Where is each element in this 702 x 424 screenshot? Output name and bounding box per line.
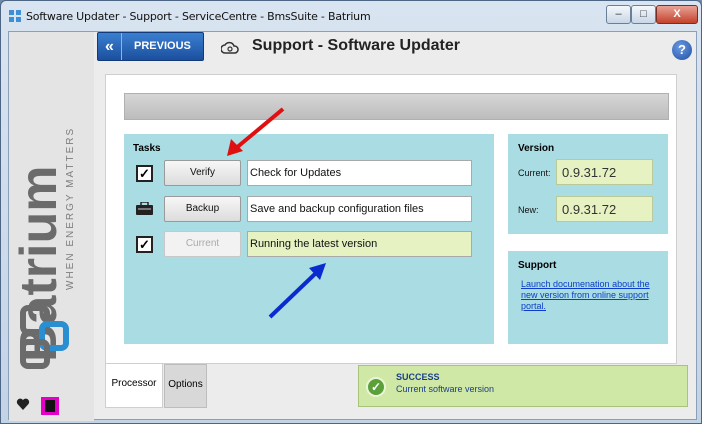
logo-tagline: WHEN ENERGY MATTERS bbox=[65, 127, 76, 290]
main-panel: Tasks ✓ Verify Check for Updates Backup … bbox=[105, 74, 677, 364]
new-version-label: New: bbox=[518, 205, 539, 215]
flag-icon[interactable] bbox=[41, 397, 59, 415]
tab-options[interactable]: Options bbox=[164, 364, 207, 408]
support-panel: Support Launch documenation about the ne… bbox=[508, 251, 668, 344]
previous-button[interactable]: « PREVIOUS bbox=[97, 32, 204, 61]
current-description: Running the latest version bbox=[247, 231, 472, 257]
status-message: Current software version bbox=[396, 384, 495, 394]
red-annotation-arrow bbox=[227, 107, 285, 156]
backup-button[interactable]: Backup bbox=[164, 196, 241, 222]
help-icon[interactable]: ? bbox=[672, 40, 692, 60]
page-title: Support - Software Updater bbox=[252, 37, 461, 54]
close-button[interactable]: X bbox=[656, 5, 698, 24]
verify-button[interactable]: Verify bbox=[164, 160, 241, 186]
verify-checkbox[interactable]: ✓ bbox=[136, 165, 153, 182]
new-version-value: 0.9.31.72 bbox=[556, 196, 653, 222]
support-doc-link[interactable]: Launch documenation about the new versio… bbox=[521, 279, 655, 312]
status-title: SUCCESS bbox=[396, 372, 440, 382]
brand-sidebar: Batrium WHEN ENERGY MATTERS bbox=[9, 32, 94, 421]
progress-bar bbox=[124, 93, 669, 120]
app-window: Software Updater - Support - ServiceCent… bbox=[0, 0, 702, 424]
verify-description: Check for Updates bbox=[247, 160, 472, 186]
minimize-button[interactable]: – bbox=[606, 5, 631, 24]
app-icon bbox=[9, 10, 21, 22]
batrium-logo: Batrium WHEN ENERGY MATTERS bbox=[10, 127, 76, 369]
heart-icon[interactable] bbox=[16, 397, 30, 411]
current-version-value: 0.9.31.72 bbox=[556, 159, 653, 185]
cloud-sync-icon bbox=[221, 41, 239, 54]
version-panel: Version Current: 0.9.31.72 New: 0.9.31.7… bbox=[508, 134, 668, 234]
window-title: Software Updater - Support - ServiceCent… bbox=[26, 10, 371, 23]
previous-label: PREVIOUS bbox=[134, 40, 191, 52]
briefcase-icon bbox=[136, 202, 153, 215]
client-area: Batrium WHEN ENERGY MATTERS « PREVIOUS S… bbox=[8, 31, 697, 421]
backup-description: Save and backup configuration files bbox=[247, 196, 472, 222]
support-title: Support bbox=[518, 260, 557, 271]
title-bar[interactable]: Software Updater - Support - ServiceCent… bbox=[1, 1, 701, 31]
maximize-button[interactable]: □ bbox=[631, 5, 656, 24]
double-chevron-left-icon: « bbox=[98, 33, 122, 60]
blue-annotation-arrow bbox=[268, 263, 326, 319]
tasks-title: Tasks bbox=[133, 143, 161, 154]
tab-processor[interactable]: Processor bbox=[105, 364, 163, 408]
status-bar: ✓ SUCCESS Current software version bbox=[358, 365, 688, 407]
current-version-label: Current: bbox=[518, 168, 551, 178]
current-checkbox[interactable]: ✓ bbox=[136, 236, 153, 253]
version-title: Version bbox=[518, 143, 555, 154]
success-check-icon: ✓ bbox=[366, 377, 386, 397]
current-button[interactable]: Current bbox=[164, 231, 241, 257]
